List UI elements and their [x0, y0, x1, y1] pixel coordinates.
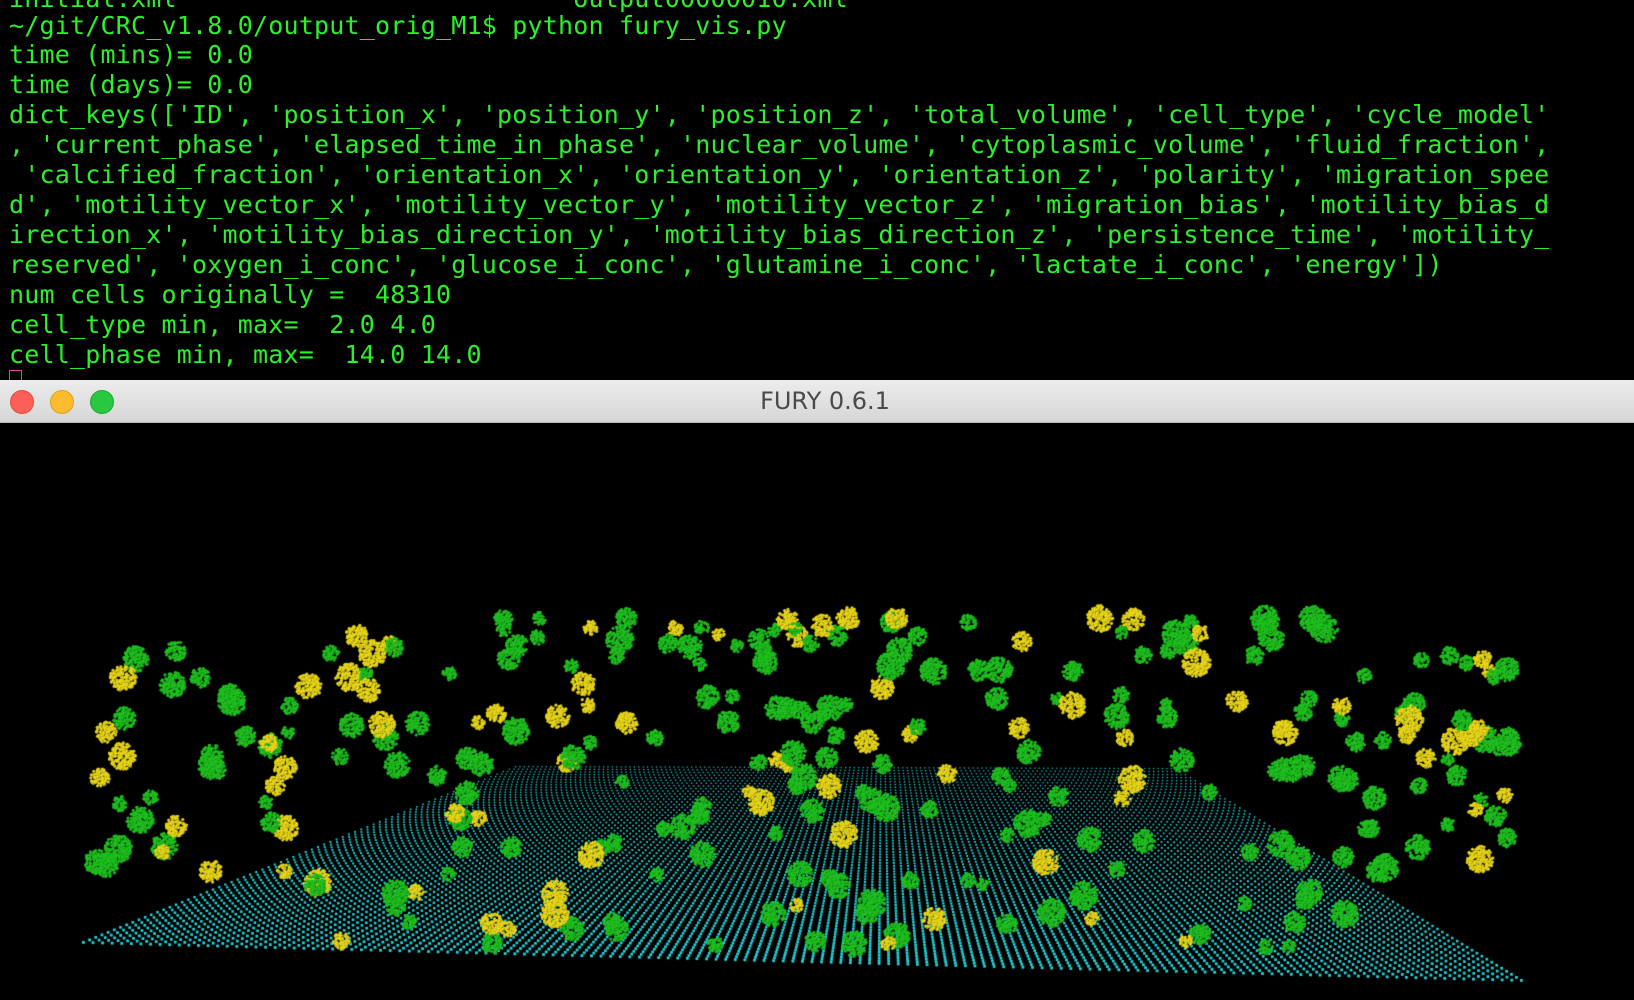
terminal-cursor [9, 370, 22, 380]
terminal-line: , 'current_phase', 'elapsed_time_in_phas… [9, 130, 1550, 159]
terminal-line: num cells originally = 48310 [9, 280, 452, 309]
fury-window[interactable]: FURY 0.6.1 [0, 380, 1634, 1000]
terminal-line: irection_x', 'motility_bias_direction_y'… [9, 220, 1550, 249]
window-titlebar[interactable]: FURY 0.6.1 [0, 380, 1634, 423]
terminal-line: cell_type min, max= 2.0 4.0 [9, 310, 437, 339]
terminal-line: time (mins)= 0.0 [9, 40, 254, 69]
terminal-window[interactable]: initial.xml output00000010.xml ~/git/CRC… [0, 0, 1634, 380]
render-viewport[interactable] [0, 423, 1634, 1000]
terminal-line: reserved', 'oxygen_i_conc', 'glucose_i_c… [9, 250, 1443, 279]
terminal-line: dict_keys(['ID', 'position_x', 'position… [9, 100, 1550, 129]
terminal-line: ~/git/CRC_v1.8.0/output_orig_M1$ python … [9, 11, 787, 40]
terminal-line: time (days)= 0.0 [9, 70, 254, 99]
terminal-line: 'calcified_fraction', 'orientation_x', '… [9, 160, 1550, 189]
window-title: FURY 0.6.1 [760, 387, 890, 415]
terminal-line: cell_phase min, max= 14.0 14.0 [9, 340, 482, 369]
3d-cell-scene[interactable] [0, 423, 1634, 1000]
terminal-line: d', 'motility_vector_x', 'motility_vecto… [9, 190, 1550, 219]
